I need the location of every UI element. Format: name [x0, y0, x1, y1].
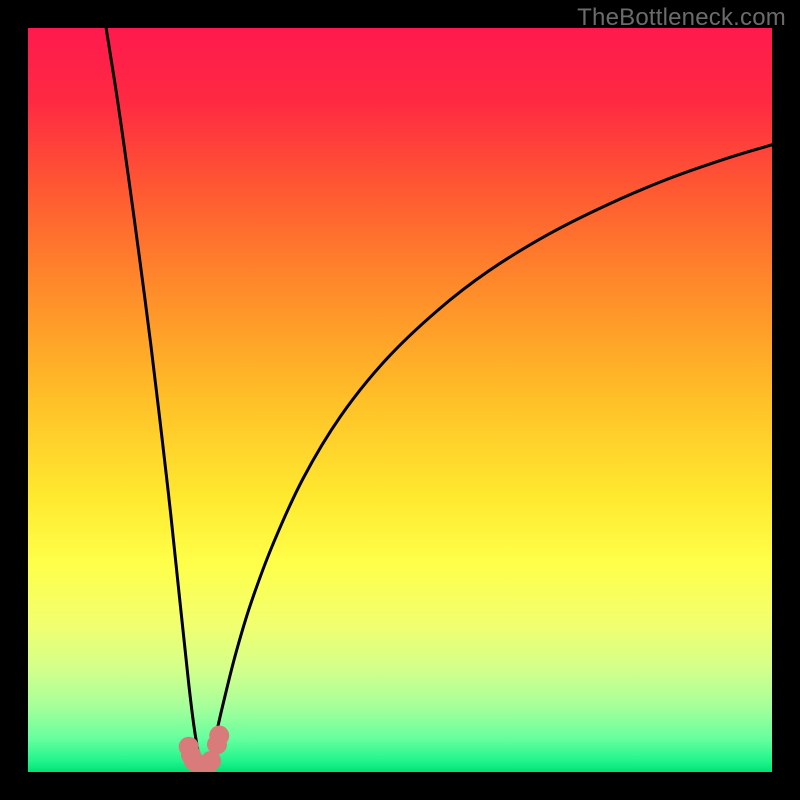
- chart-svg: [28, 28, 772, 772]
- marker-dot: [209, 726, 229, 746]
- outer-frame: TheBottleneck.com: [0, 0, 800, 800]
- gradient-background: [28, 28, 772, 772]
- plot-area: [28, 28, 772, 772]
- watermark-text: TheBottleneck.com: [577, 4, 786, 32]
